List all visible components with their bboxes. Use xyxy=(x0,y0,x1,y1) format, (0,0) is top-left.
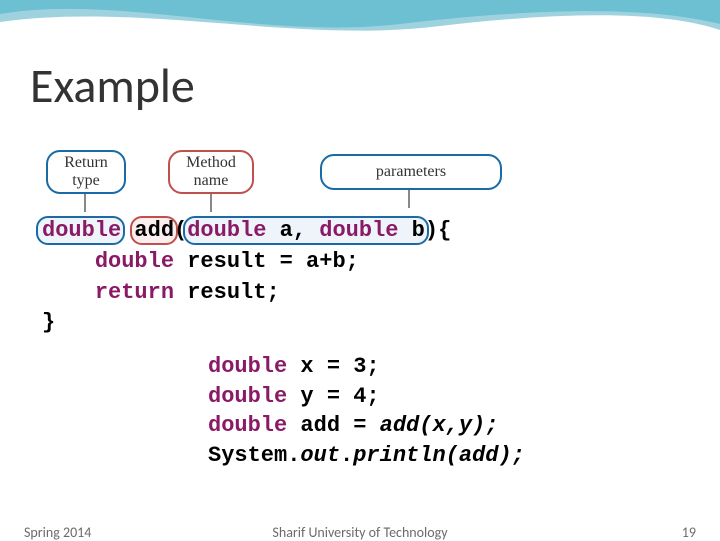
connector-return xyxy=(84,194,86,212)
top-wave-decoration xyxy=(0,0,720,46)
connector-params xyxy=(408,190,410,208)
code-block-usage: double x = 3; double y = 4; double add =… xyxy=(208,352,525,471)
slide-title: Example xyxy=(30,56,195,115)
code-block-method-def: double add(double a, double b){ double r… xyxy=(42,216,451,339)
connector-method xyxy=(210,194,212,212)
label-return-type: Return type xyxy=(46,150,126,194)
footer-center: Sharif University of Technology xyxy=(272,524,447,541)
footer-left: Spring 2014 xyxy=(24,524,91,541)
label-method-name: Method name xyxy=(168,150,254,194)
label-parameters: parameters xyxy=(320,154,502,190)
footer-page-number: 19 xyxy=(682,524,696,541)
